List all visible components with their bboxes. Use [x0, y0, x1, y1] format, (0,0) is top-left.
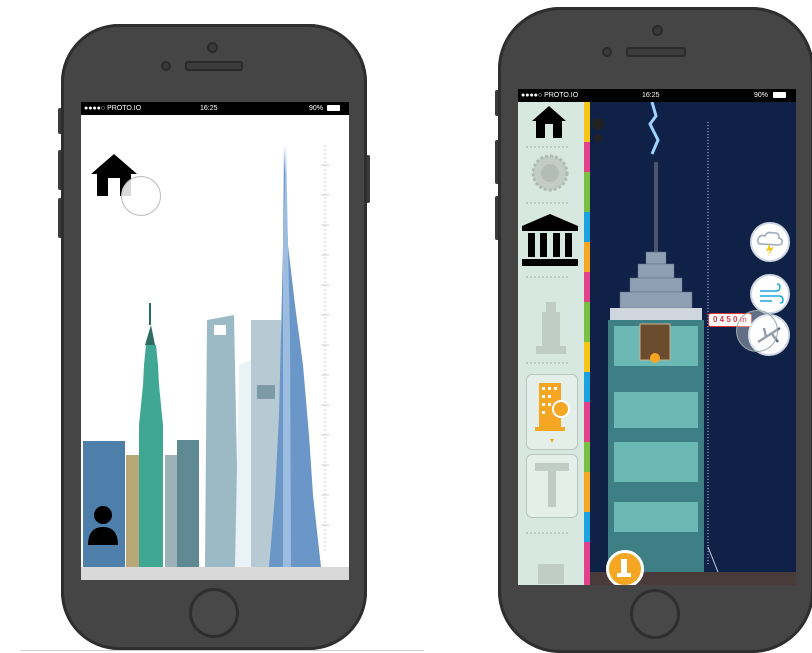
- left-screen: ●●●●○ PROTO.IO 16:25 90%: [81, 102, 349, 580]
- right-screen: ●●●●○ PROTO.IO 16:25 90% 0 4 5 0 m: [518, 89, 796, 585]
- earpiece-speaker: [185, 61, 243, 71]
- battery-label: 90%: [309, 105, 324, 112]
- sky-background: 0 4 5 0 m: [590, 102, 796, 585]
- baseline-divider: [20, 650, 424, 651]
- carrier-label: ●●●●○ PROTO.IO: [84, 105, 142, 112]
- sidebar: [518, 102, 584, 585]
- wind-icon[interactable]: [750, 274, 790, 314]
- status-bar: ●●●●○ PROTO.IO 16:25 90%: [81, 102, 349, 115]
- location-marker[interactable]: [606, 550, 644, 585]
- museum-icon[interactable]: [522, 214, 578, 266]
- time-label: 16:25: [200, 105, 218, 112]
- left-phone-frame: ●●●●○ PROTO.IO 16:25 90%: [61, 24, 367, 650]
- time-label: 16:25: [642, 92, 660, 99]
- right-phone-frame: ●●●●○ PROTO.IO 16:25 90% 0 4 5 0 m: [498, 7, 812, 653]
- battery-icon: [327, 105, 340, 111]
- home-button[interactable]: [189, 588, 239, 638]
- gear-icon[interactable]: [531, 154, 569, 192]
- person-icon[interactable]: [86, 505, 120, 545]
- sensor: [602, 47, 612, 57]
- battery-icon: [773, 92, 786, 98]
- home-button[interactable]: [630, 589, 680, 639]
- battery-label: 90%: [754, 92, 769, 99]
- touch-indicator: [736, 310, 778, 352]
- small-building-icon[interactable]: [538, 564, 564, 584]
- storm-icon[interactable]: [750, 222, 790, 262]
- sensor: [161, 61, 171, 71]
- building-icon[interactable]: [526, 374, 578, 450]
- carrier-label: ●●●●○ PROTO.IO: [521, 92, 579, 99]
- front-camera: [207, 42, 218, 53]
- touch-indicator: [121, 176, 161, 216]
- status-bar: ●●●●○ PROTO.IO 16:25 90%: [518, 89, 796, 102]
- earpiece-speaker: [626, 47, 686, 57]
- t-beam-icon[interactable]: [526, 454, 578, 518]
- front-camera: [652, 25, 663, 36]
- tower-icon[interactable]: [536, 302, 566, 354]
- home-icon[interactable]: [532, 106, 566, 138]
